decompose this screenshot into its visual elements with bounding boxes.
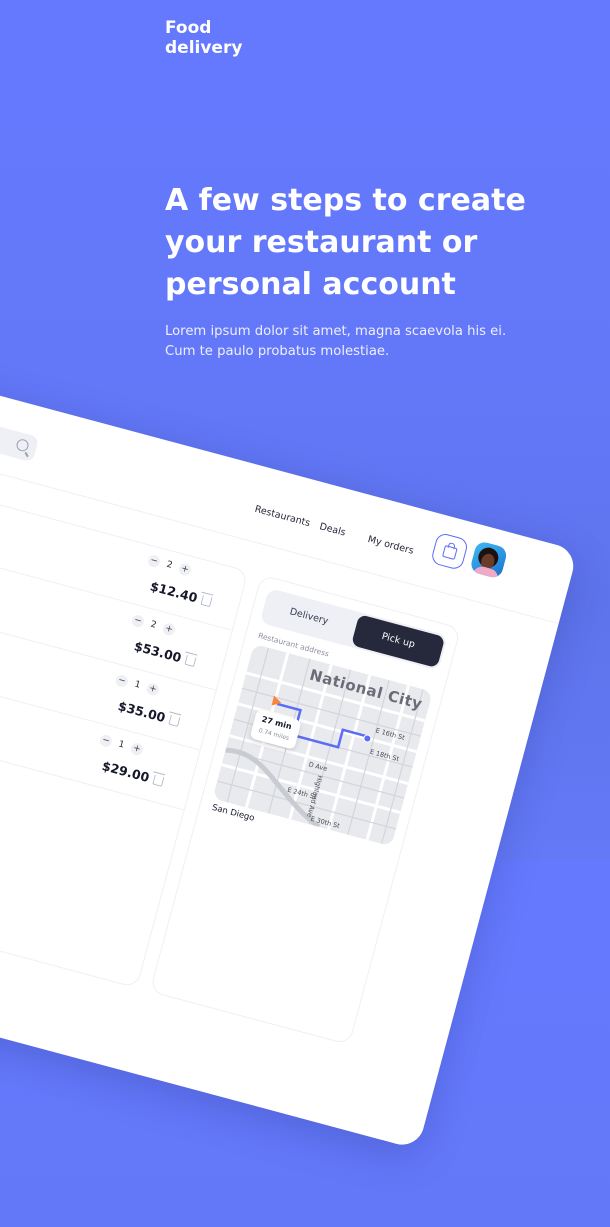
item-price: $12.40 [148,578,200,606]
quantity-stepper: −1 + [114,673,161,697]
item-price: $29.00 [100,758,151,786]
increase-button[interactable]: + [145,681,161,697]
quantity-value: 2 [149,619,158,631]
trash-icon[interactable] [200,595,213,608]
quantity-stepper: −1 + [98,733,145,757]
quantity-stepper: −2 + [146,553,193,577]
app-mockup: Restaurants Deals My orders cete ( −2+ $… [0,385,579,1227]
brand-line-2: delivery [165,38,243,58]
nav-my-orders[interactable]: My orders [367,534,415,557]
item-price: $35.00 [116,698,168,726]
avatar[interactable] [469,540,509,580]
quantity-value: 1 [133,679,142,691]
increase-button[interactable]: + [161,622,177,637]
quantity-stepper: −2 + [130,613,177,637]
trash-icon[interactable] [184,654,197,668]
hero-headline: A few steps to create your restaurant or… [165,183,526,302]
brand-logo: Food delivery [165,18,242,58]
brand-line-1: Food [165,18,212,38]
quantity-value: 2 [165,559,174,571]
trash-icon[interactable] [168,714,181,728]
nav-restaurants[interactable]: Restaurants [254,504,312,529]
app-window: Restaurants Deals My orders cete ( −2+ $… [0,385,579,1150]
item-price: $53.00 [132,638,184,666]
hero-subtitle: Lorem ipsum dolor sit amet, magna scaevo… [165,324,507,359]
increase-button[interactable]: + [177,562,193,577]
trash-icon[interactable] [152,774,165,787]
search-icon[interactable] [15,437,30,453]
tab-pick-up[interactable]: Pick up [351,614,446,669]
shopping-bag-icon[interactable] [430,531,470,571]
quantity-value: 1 [117,739,126,751]
increase-button[interactable]: + [129,741,145,757]
nav-deals[interactable]: Deals [318,521,347,539]
search-input[interactable] [0,403,40,463]
